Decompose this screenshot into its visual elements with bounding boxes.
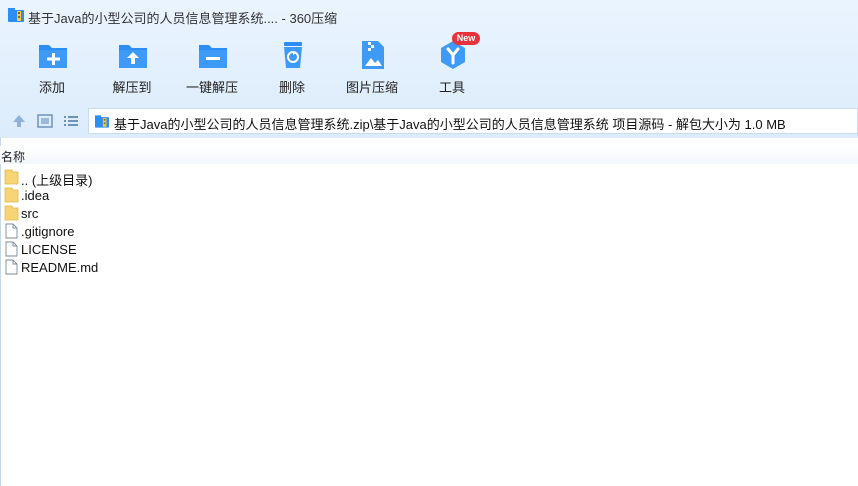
file-icon: [5, 223, 18, 239]
list-item-gitignore[interactable]: .gitignore: [0, 222, 858, 240]
address-path: 基于Java的小型公司的人员信息管理系统.zip\基于Java的小型公司的人员信…: [114, 117, 786, 132]
one-click-extract-label: 一键解压: [185, 80, 238, 95]
image-compress-label: 图片压缩: [345, 80, 398, 95]
one-click-extract-icon: [199, 45, 227, 68]
list-view-icon[interactable]: [62, 112, 80, 130]
file-name: LICENSE: [21, 242, 77, 257]
file-name: .gitignore: [21, 224, 75, 239]
window-title: 基于Java的小型公司的人员信息管理系统.... - 360压缩: [28, 11, 338, 26]
folder-icon: [4, 169, 19, 185]
file-name: src: [21, 206, 39, 221]
image-compress-button[interactable]: 图片压缩: [336, 36, 408, 96]
file-icon: [5, 259, 18, 275]
list-item-parent-dir[interactable]: .. (上级目录): [0, 168, 858, 188]
zip-archive-icon: [95, 115, 109, 128]
folder-icon: [4, 187, 19, 203]
add-label: 添加: [38, 80, 65, 95]
extract-to-label: 解压到: [112, 80, 152, 95]
image-compress-icon: [362, 41, 384, 69]
list-item-idea[interactable]: .idea: [0, 186, 858, 204]
column-header-bar: 名称: [0, 146, 858, 164]
title-bar: 基于Java的小型公司的人员信息管理系统.... - 360压缩: [0, 0, 858, 30]
tools-button[interactable]: 工具: [416, 36, 488, 96]
folder-icon: [4, 205, 19, 221]
up-arrow-icon[interactable]: [10, 112, 28, 130]
add-folder-icon: [39, 45, 67, 68]
list-item-src[interactable]: src: [0, 204, 858, 222]
navigation-bar: 基于Java的小型公司的人员信息管理系统.zip\基于Java的小型公司的人员信…: [0, 106, 858, 136]
toolbar: 添加 解压到 一键解压 删除 图片压缩 工具: [0, 36, 858, 96]
thumbnail-view-icon[interactable]: [36, 112, 54, 130]
file-name: README.md: [21, 260, 99, 275]
column-header-name[interactable]: 名称: [1, 148, 25, 165]
recycle-bin-icon: [284, 42, 302, 68]
zip-app-icon: [8, 8, 24, 22]
file-name: .idea: [21, 188, 50, 203]
delete-label: 删除: [278, 80, 305, 95]
extract-folder-icon: [119, 45, 147, 68]
delete-button[interactable]: 删除: [256, 36, 328, 96]
file-icon: [5, 241, 18, 257]
add-button[interactable]: 添加: [16, 36, 88, 96]
list-item-license[interactable]: LICENSE: [0, 240, 858, 258]
address-bar[interactable]: 基于Java的小型公司的人员信息管理系统.zip\基于Java的小型公司的人员信…: [88, 108, 858, 134]
list-item-readme[interactable]: README.md: [0, 258, 858, 276]
new-badge: New: [452, 32, 480, 45]
one-click-extract-button[interactable]: 一键解压: [176, 36, 248, 96]
tools-label: 工具: [438, 80, 465, 95]
extract-to-button[interactable]: 解压到: [96, 36, 168, 96]
